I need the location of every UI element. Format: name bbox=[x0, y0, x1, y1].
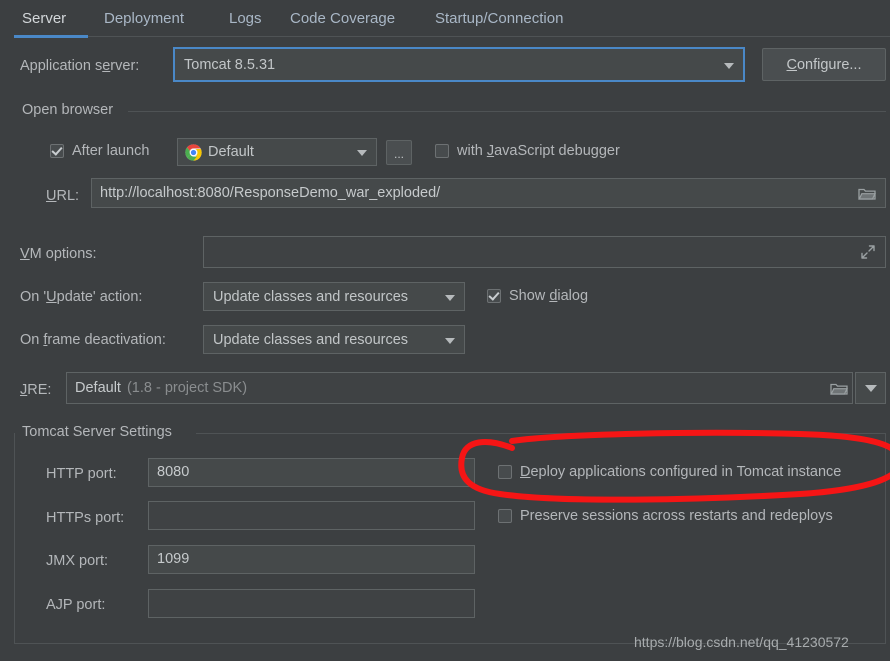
watermark-text: https://blog.csdn.net/qq_41230572 bbox=[634, 634, 849, 650]
jmx-port-label: JMX port: bbox=[46, 553, 109, 569]
on-update-action-select[interactable]: Update classes and resources bbox=[203, 282, 465, 311]
https-port-label: HTTPs port: bbox=[46, 510, 125, 526]
chevron-down-icon bbox=[864, 384, 877, 392]
js-debugger-label: with JavaScript debugger bbox=[457, 143, 620, 159]
folder-icon[interactable] bbox=[827, 376, 851, 400]
https-port-input[interactable] bbox=[148, 501, 475, 530]
tab-server[interactable]: Server bbox=[22, 6, 66, 32]
application-server-combo[interactable]: Tomcat 8.5.31 bbox=[173, 47, 745, 82]
jre-label: JRE: bbox=[20, 382, 52, 398]
ellipsis-icon: ... bbox=[393, 147, 404, 161]
show-dialog-checkbox[interactable] bbox=[487, 289, 501, 303]
expand-icon[interactable] bbox=[856, 240, 880, 264]
ajp-port-input[interactable] bbox=[148, 589, 475, 618]
chevron-down-icon bbox=[445, 294, 455, 301]
tab-bar: Server Deployment Logs Code Coverage Sta… bbox=[0, 0, 890, 38]
chrome-icon bbox=[185, 144, 202, 161]
tab-startup-connection[interactable]: Startup/Connection bbox=[435, 6, 563, 32]
on-update-action-label: On 'Update' action: bbox=[20, 289, 143, 305]
tomcat-run-configuration-panel: Server Deployment Logs Code Coverage Sta… bbox=[0, 0, 890, 661]
vm-options-label: VM options: bbox=[20, 246, 97, 262]
tab-active-indicator bbox=[14, 35, 88, 38]
jmx-port-input[interactable]: 1099 bbox=[148, 545, 475, 574]
jre-value: Default bbox=[75, 379, 121, 396]
url-value: http://localhost:8080/ResponseDemo_war_e… bbox=[100, 184, 441, 201]
tab-deployment-label: Deployment bbox=[104, 10, 185, 27]
tomcat-server-settings-group-line bbox=[196, 433, 886, 434]
open-browser-group-title: Open browser bbox=[22, 102, 121, 118]
preserve-sessions-checkbox[interactable] bbox=[498, 509, 512, 523]
on-frame-deactivation-label: On frame deactivation: bbox=[20, 332, 166, 348]
deploy-applications-checkbox[interactable] bbox=[498, 465, 512, 479]
tab-startup-connection-label: Startup/Connection bbox=[435, 10, 564, 27]
open-browser-group-line bbox=[128, 111, 886, 112]
on-update-action-value: Update classes and resources bbox=[213, 288, 409, 305]
folder-icon[interactable] bbox=[855, 181, 879, 205]
vm-options-input[interactable] bbox=[203, 236, 886, 268]
deploy-applications-label: Deploy applications configured in Tomcat… bbox=[520, 464, 842, 480]
http-port-label: HTTP port: bbox=[46, 466, 117, 482]
on-frame-deactivation-value: Update classes and resources bbox=[213, 331, 409, 348]
show-dialog-label: Show dialog bbox=[509, 288, 589, 304]
url-input[interactable]: http://localhost:8080/ResponseDemo_war_e… bbox=[91, 178, 886, 208]
jre-value-hint: (1.8 - project SDK) bbox=[126, 379, 248, 396]
preserve-sessions-label: Preserve sessions across restarts and re… bbox=[520, 508, 833, 524]
browser-select[interactable]: Default bbox=[177, 138, 377, 166]
after-launch-checkbox[interactable] bbox=[50, 144, 64, 158]
browser-value: Default bbox=[208, 144, 254, 160]
tomcat-server-settings-group-title: Tomcat Server Settings bbox=[22, 424, 179, 440]
js-debugger-checkbox[interactable] bbox=[435, 144, 449, 158]
tab-deployment[interactable]: Deployment bbox=[104, 6, 184, 32]
application-server-value: Tomcat 8.5.31 bbox=[184, 56, 276, 73]
chevron-down-icon bbox=[357, 150, 367, 156]
ajp-port-label: AJP port: bbox=[46, 597, 106, 613]
chevron-down-icon bbox=[724, 62, 734, 69]
configure-button[interactable]: Configure... bbox=[762, 48, 886, 81]
tab-code-coverage[interactable]: Code Coverage bbox=[290, 6, 395, 32]
url-label: URL: bbox=[46, 188, 80, 204]
chevron-down-icon bbox=[445, 337, 455, 344]
jmx-port-value: 1099 bbox=[157, 551, 190, 568]
tab-server-label: Server bbox=[22, 10, 67, 27]
tab-code-coverage-label: Code Coverage bbox=[290, 10, 396, 27]
after-launch-label: After launch bbox=[72, 143, 150, 159]
on-frame-deactivation-select[interactable]: Update classes and resources bbox=[203, 325, 465, 354]
jre-input[interactable]: Default (1.8 - project SDK) bbox=[66, 372, 853, 404]
http-port-input[interactable]: 8080 bbox=[148, 458, 475, 487]
application-server-label: Application server: bbox=[20, 58, 140, 74]
tab-bar-divider bbox=[14, 36, 890, 37]
tab-logs-label: Logs bbox=[229, 10, 262, 27]
http-port-value: 8080 bbox=[157, 464, 190, 481]
tab-logs[interactable]: Logs bbox=[229, 6, 262, 32]
browser-more-button[interactable]: ... bbox=[386, 140, 412, 165]
jre-dropdown-button[interactable] bbox=[855, 372, 886, 404]
